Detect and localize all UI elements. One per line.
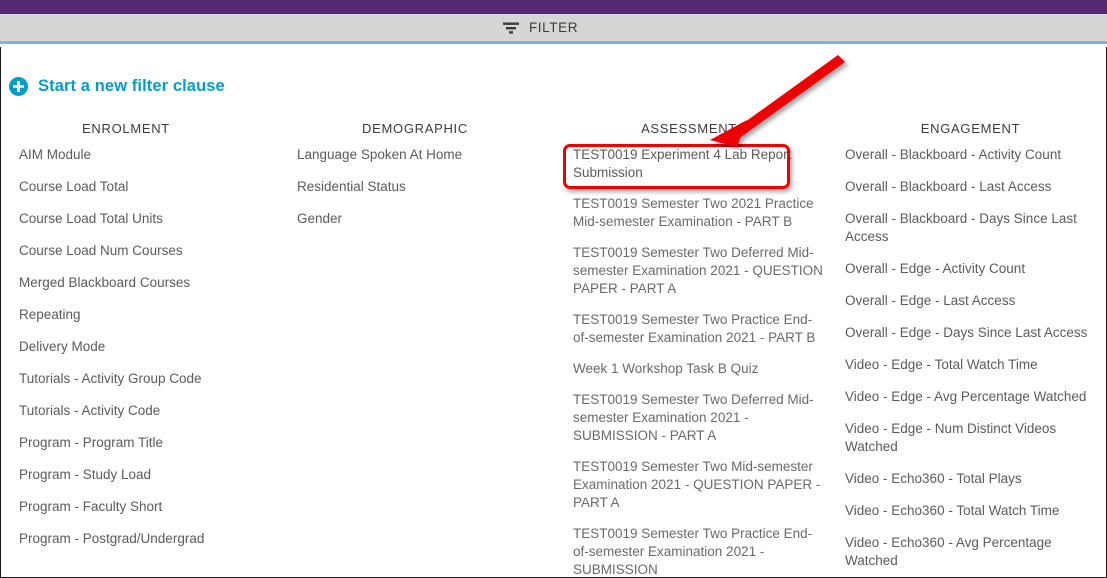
filter-field-enrolment-1[interactable]: Course Load Total [19,178,269,196]
filter-field-enrolment-0[interactable]: AIM Module [19,146,269,164]
column-items-engagement: Overall - Blackboard - Activity Count Ove… [845,146,1096,570]
filter-field-engagement-6[interactable]: Video - Edge - Total Watch Time [845,356,1096,374]
filter-field-enrolment-4[interactable]: Merged Blackboard Courses [19,274,269,292]
filter-field-demographic-2[interactable]: Gender [297,210,547,228]
column-items-assessment: TEST0019 Experiment 4 Lab Report Submiss… [573,146,825,577]
column-assessment: ASSESSMENT TEST0019 Experiment 4 Lab Rep… [557,113,835,577]
column-header-demographic: DEMOGRAPHIC [362,121,468,136]
column-items-enrolment: AIM Module Course Load Total Course Load T… [19,146,269,548]
filter-category-columns: ENROLMENT AIM Module Course Load Total Cou… [1,113,1106,577]
filter-field-assessment-5[interactable]: TEST0019 Semester Two Deferred Mid-semes… [573,391,825,445]
filter-field-enrolment-12[interactable]: Program - Postgrad/Undergrad [19,530,269,548]
filter-field-assessment-6[interactable]: TEST0019 Semester Two Mid-semester Exami… [573,458,825,512]
filter-field-assessment-7[interactable]: TEST0019 Semester Two Practice End-of-se… [573,525,825,577]
column-engagement: ENGAGEMENT Overall - Blackboard - Activi… [835,113,1106,577]
filter-field-engagement-2[interactable]: Overall - Blackboard - Days Since Last A… [845,210,1096,246]
column-header-enrolment: ENROLMENT [82,121,170,136]
filter-field-enrolment-8[interactable]: Tutorials - Activity Code [19,402,269,420]
filter-field-demographic-0[interactable]: Language Spoken At Home [297,146,547,164]
filter-field-demographic-1[interactable]: Residential Status [297,178,547,196]
filter-field-enrolment-11[interactable]: Program - Faculty Short [19,498,269,516]
filter-field-assessment-0[interactable]: TEST0019 Experiment 4 Lab Report Submiss… [573,146,825,182]
filter-header-bar[interactable]: FILTER [0,14,1107,44]
filter-body: Start a new filter clause ENROLMENT AIM … [0,47,1107,578]
filter-field-enrolment-5[interactable]: Repeating [19,306,269,324]
filter-field-enrolment-2[interactable]: Course Load Total Units [19,210,269,228]
filter-field-assessment-3[interactable]: TEST0019 Semester Two Practice End-of-se… [573,311,825,347]
filter-field-assessment-2[interactable]: TEST0019 Semester Two Deferred Mid-semes… [573,244,825,298]
column-demographic: DEMOGRAPHIC Language Spoken At Home Resid… [279,113,557,577]
filter-field-assessment-4[interactable]: Week 1 Workshop Task B Quiz [573,360,825,378]
filter-field-engagement-3[interactable]: Overall - Edge - Activity Count [845,260,1096,278]
filter-field-engagement-9[interactable]: Video - Echo360 - Total Plays [845,470,1096,488]
filter-header-content: FILTER [502,20,579,35]
filter-field-engagement-4[interactable]: Overall - Edge - Last Access [845,292,1096,310]
column-items-demographic: Language Spoken At Home Residential Statu… [297,146,547,228]
column-enrolment: ENROLMENT AIM Module Course Load Total Cou… [1,113,279,577]
start-new-filter-clause-label: Start a new filter clause [38,77,225,95]
filter-field-assessment-1[interactable]: TEST0019 Semester Two 2021 Practice Mid-… [573,195,825,231]
filter-field-engagement-10[interactable]: Video - Echo360 - Total Watch Time [845,502,1096,520]
filter-panel: FILTER Start a new filter clause ENROLME… [0,0,1107,578]
app-title-bar [0,0,1107,14]
filter-field-engagement-0[interactable]: Overall - Blackboard - Activity Count [845,146,1096,164]
start-new-filter-clause-button[interactable]: Start a new filter clause [9,77,225,96]
filter-field-engagement-1[interactable]: Overall - Blackboard - Last Access [845,178,1096,196]
column-header-engagement: ENGAGEMENT [920,121,1021,136]
filter-field-enrolment-7[interactable]: Tutorials - Activity Group Code [19,370,269,388]
column-header-assessment: ASSESSMENT [641,121,737,136]
filter-icon [502,21,519,35]
filter-field-enrolment-3[interactable]: Course Load Num Courses [19,242,269,260]
filter-field-engagement-11[interactable]: Video - Echo360 - Avg Percentage Watched [845,534,1096,570]
plus-circle-icon [9,77,28,96]
filter-field-enrolment-9[interactable]: Program - Program Title [19,434,269,452]
filter-field-engagement-7[interactable]: Video - Edge - Avg Percentage Watched [845,388,1096,406]
filter-field-enrolment-6[interactable]: Delivery Mode [19,338,269,356]
filter-field-enrolment-10[interactable]: Program - Study Load [19,466,269,484]
filter-field-engagement-8[interactable]: Video - Edge - Num Distinct Videos Watch… [845,420,1096,456]
filter-label: FILTER [528,20,579,35]
filter-field-engagement-5[interactable]: Overall - Edge - Days Since Last Access [845,324,1096,342]
